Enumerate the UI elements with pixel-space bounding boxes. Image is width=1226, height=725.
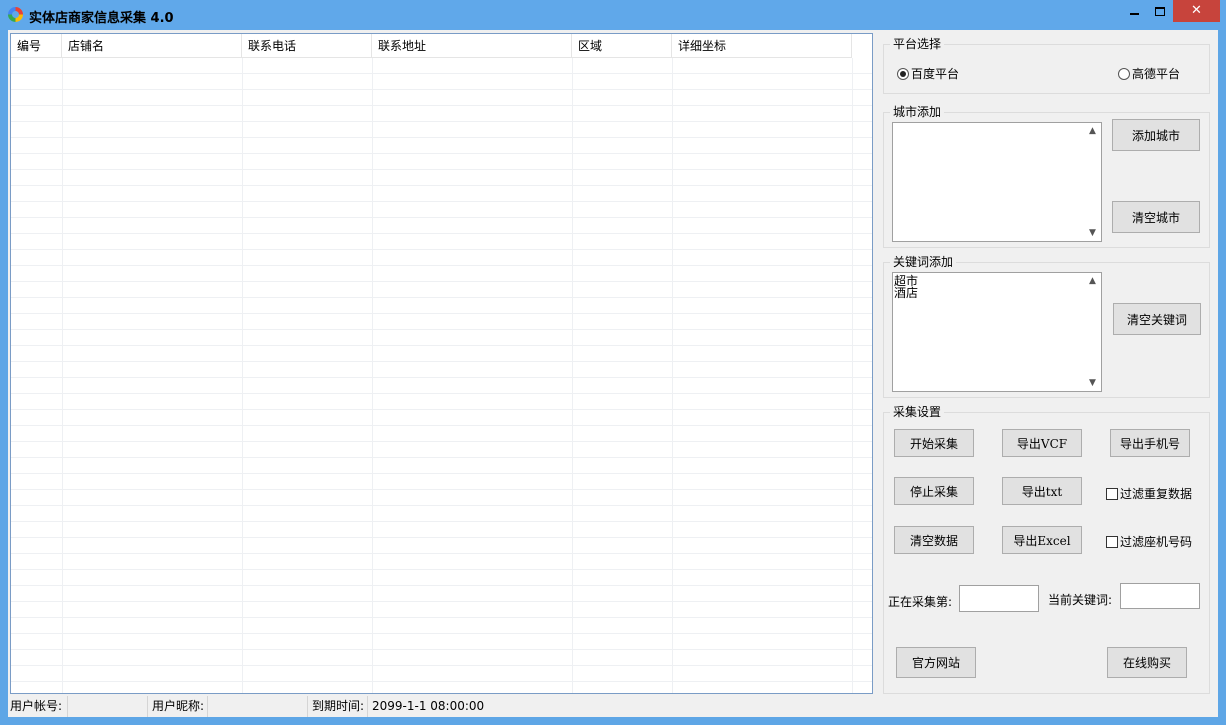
radio-baidu[interactable]: 百度平台	[897, 65, 959, 82]
filter-duplicates-checkbox[interactable]: 过滤重复数据	[1106, 485, 1192, 502]
grid-column-line	[572, 58, 573, 693]
account-value	[68, 696, 148, 717]
city-scrollbar[interactable]: ▲ ▼	[1084, 123, 1101, 241]
filter-landline-label: 过滤座机号码	[1120, 535, 1193, 549]
app-logo-icon	[8, 7, 23, 22]
collect-group: 采集设置 开始采集 导出VCF 导出手机号 停止采集 导出txt 过滤重复数据 …	[883, 405, 1210, 694]
clear-keyword-button[interactable]: 清空关键词	[1113, 303, 1201, 335]
city-group: 城市添加 ▲ ▼ 添加城市 清空城市	[883, 105, 1210, 248]
start-collect-button[interactable]: 开始采集	[894, 429, 974, 457]
column-header-coordinates[interactable]: 详细坐标	[672, 34, 852, 58]
column-header-id[interactable]: 编号	[11, 34, 62, 58]
scroll-down-icon[interactable]: ▼	[1084, 378, 1101, 388]
collect-group-title: 采集设置	[890, 405, 945, 420]
add-city-button[interactable]: 添加城市	[1112, 119, 1200, 151]
keyword-group: 关键词添加 超市 酒店 ▲ ▼ 清空关键词	[883, 255, 1210, 398]
maximize-button[interactable]	[1147, 0, 1173, 22]
export-excel-button[interactable]: 导出Excel	[1002, 526, 1082, 554]
radio-selected-icon	[897, 67, 909, 80]
keyword-textarea[interactable]: 超市 酒店	[892, 272, 1102, 392]
buy-online-button[interactable]: 在线购买	[1107, 647, 1187, 678]
grid-column-line	[62, 58, 63, 693]
radio-baidu-label: 百度平台	[911, 67, 960, 81]
official-site-button[interactable]: 官方网站	[896, 647, 976, 678]
stop-collect-button[interactable]: 停止采集	[894, 477, 974, 505]
city-group-title: 城市添加	[890, 105, 945, 120]
column-header-shop-name[interactable]: 店铺名	[62, 34, 242, 58]
close-button[interactable]: ✕	[1173, 0, 1220, 22]
account-label: 用户帐号:	[8, 696, 68, 717]
scroll-up-icon[interactable]: ▲	[1084, 276, 1101, 286]
window-title: 实体店商家信息采集 4.0	[29, 11, 174, 26]
checkbox-unchecked-icon	[1106, 487, 1118, 500]
keyword-group-title: 关键词添加	[890, 255, 957, 270]
scroll-down-icon[interactable]: ▼	[1084, 228, 1101, 238]
close-icon: ✕	[1191, 3, 1202, 18]
grid-column-line	[242, 58, 243, 693]
minimize-icon	[1129, 13, 1139, 15]
minimize-button[interactable]	[1121, 0, 1147, 22]
checkbox-unchecked-icon	[1106, 535, 1118, 548]
filter-landline-checkbox[interactable]: 过滤座机号码	[1106, 533, 1192, 550]
column-header-area[interactable]: 区域	[572, 34, 672, 58]
grid-column-line	[372, 58, 373, 693]
results-grid[interactable]: 编号 店铺名 联系电话 联系地址 区域 详细坐标	[10, 33, 873, 694]
app-window: 实体店商家信息采集 4.0 ✕ 编号 店铺名 联系电话 联系地址 区域 详细坐标	[0, 0, 1226, 725]
grid-header: 编号 店铺名 联系电话 联系地址 区域 详细坐标	[11, 34, 852, 58]
expire-label: 到期时间:	[308, 696, 368, 717]
city-textarea[interactable]	[892, 122, 1102, 242]
keyword-scrollbar[interactable]: ▲ ▼	[1084, 273, 1101, 391]
platform-group: 平台选择 百度平台 高德平台	[883, 37, 1210, 94]
radio-gaode-label: 高德平台	[1132, 67, 1181, 81]
export-txt-button[interactable]: 导出txt	[1002, 477, 1082, 505]
nickname-value	[208, 696, 308, 717]
column-header-phone[interactable]: 联系电话	[242, 34, 372, 58]
grid-column-line	[672, 58, 673, 693]
filter-duplicates-label: 过滤重复数据	[1120, 487, 1193, 501]
expire-value: 2099-1-1 08:00:00	[372, 699, 485, 713]
client-area: 编号 店铺名 联系电话 联系地址 区域 详细坐标 平台选择 百度平台 高德平台 …	[8, 30, 1218, 717]
clear-data-button[interactable]: 清空数据	[894, 526, 974, 554]
scroll-up-icon[interactable]: ▲	[1084, 126, 1101, 136]
column-header-address[interactable]: 联系地址	[372, 34, 572, 58]
export-phone-button[interactable]: 导出手机号	[1110, 429, 1190, 457]
current-page-label: 正在采集第:	[888, 595, 953, 609]
clear-city-button[interactable]: 清空城市	[1112, 201, 1200, 233]
grid-column-line	[852, 58, 853, 693]
current-page-input[interactable]	[959, 585, 1039, 612]
grid-body[interactable]	[11, 58, 872, 693]
current-keyword-input[interactable]	[1120, 583, 1200, 609]
maximize-icon	[1155, 6, 1165, 16]
export-vcf-button[interactable]: 导出VCF	[1002, 429, 1082, 457]
radio-unselected-icon	[1118, 67, 1130, 80]
status-bar: 用户帐号: 用户昵称: 到期时间: 2099-1-1 08:00:00	[8, 696, 1218, 717]
platform-group-title: 平台选择	[890, 37, 945, 52]
radio-gaode[interactable]: 高德平台	[1118, 65, 1180, 82]
nickname-label: 用户昵称:	[148, 696, 208, 717]
title-bar[interactable]: 实体店商家信息采集 4.0 ✕	[0, 0, 1226, 30]
current-keyword-label: 当前关键词:	[1048, 593, 1113, 607]
